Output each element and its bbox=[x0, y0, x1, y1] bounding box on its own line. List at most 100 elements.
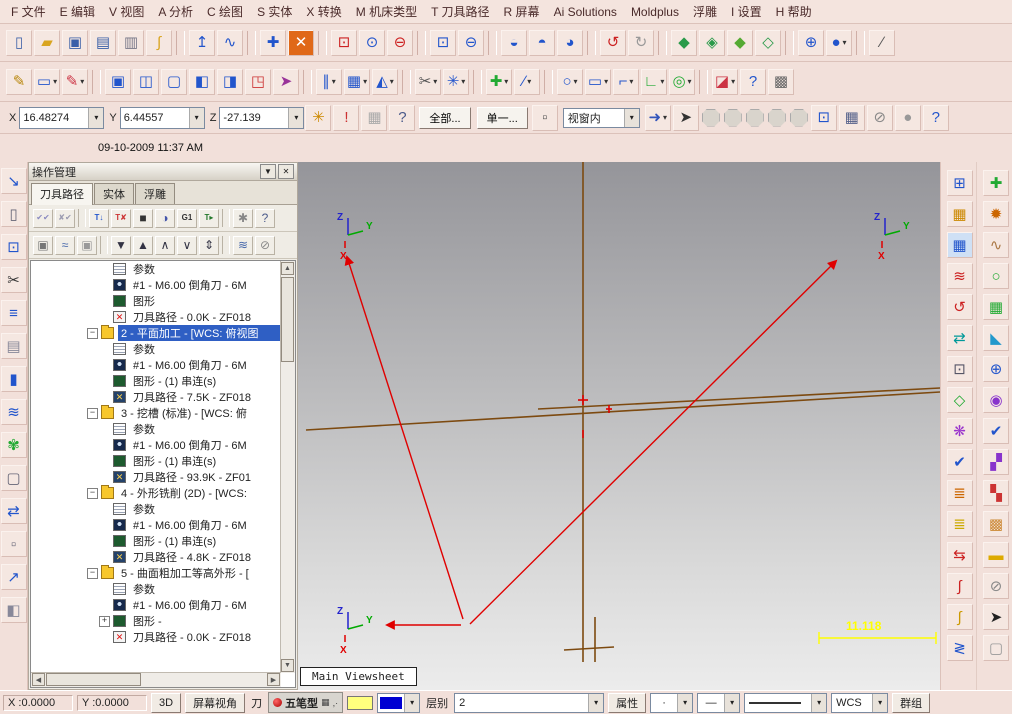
tree-item-label[interactable]: #1 - M6.00 倒角刀 - 6M bbox=[130, 277, 281, 293]
zoom-window-icon[interactable]: ⊡ bbox=[331, 29, 357, 56]
lock-all-icon[interactable]: ▣ bbox=[77, 235, 97, 255]
tree-item-label[interactable]: 刀具路径 - 0.0K - ZF018 bbox=[130, 629, 281, 645]
s-curve-yellow-icon[interactable]: ∫ bbox=[946, 604, 973, 630]
toggle-display-icon[interactable]: ≈ bbox=[55, 235, 75, 255]
z-depth-icon[interactable]: ≷ bbox=[946, 635, 973, 661]
window-layout-icon-4[interactable]: ◧ bbox=[189, 68, 215, 95]
tree-item[interactable]: 图形 - (1) 串连(s) bbox=[31, 533, 281, 549]
gview-rotate-icon[interactable]: ⊕ bbox=[798, 29, 824, 56]
snap-toggle-icon-1[interactable] bbox=[701, 108, 720, 127]
save-icon[interactable]: ▣ bbox=[62, 29, 88, 56]
lock-selected-icon[interactable]: ▣ bbox=[33, 235, 53, 255]
tree-item[interactable]: 图形 - (1) 串连(s) bbox=[31, 373, 281, 389]
display-option-icon-1[interactable]: ◒ bbox=[501, 29, 527, 56]
cursor-icon[interactable]: ➤ bbox=[983, 604, 1009, 630]
redo-icon[interactable]: ↻ bbox=[628, 29, 654, 56]
line-style-icon[interactable]: ∕ bbox=[869, 29, 895, 56]
scroll-right-icon[interactable]: ▶ bbox=[267, 673, 280, 686]
screen-statistics-icon[interactable]: ◨ bbox=[217, 68, 243, 95]
open-file-icon[interactable]: ▰ bbox=[34, 29, 60, 56]
scroll-left-icon[interactable]: ◀ bbox=[32, 673, 45, 686]
tree-item-label[interactable]: 参数 bbox=[130, 341, 281, 357]
shaded-sphere-icon[interactable]: ● ▾ bbox=[826, 29, 852, 56]
swap-views-icon[interactable]: ⇄ bbox=[946, 325, 973, 351]
tab-solids[interactable]: 实体 bbox=[94, 183, 134, 204]
erase-icon[interactable]: ▭ ▾ bbox=[34, 68, 60, 95]
tree-item-label[interactable]: 图形 - bbox=[130, 613, 281, 629]
window-select-icon[interactable]: ⊡ bbox=[810, 104, 837, 131]
prompt-arrow-icon[interactable]: ➜ ▾ bbox=[644, 104, 671, 131]
ime-toolbar[interactable]: 五笔型 ▦ ,· bbox=[268, 692, 344, 713]
tree-vertical-scrollbar[interactable]: ▲ ▼ bbox=[280, 261, 295, 673]
tree-item[interactable]: #1 - M6.00 倒角刀 - 6M bbox=[31, 357, 281, 373]
tree-expander-icon[interactable]: − bbox=[87, 407, 98, 419]
prompt-arrow-dropdown-icon[interactable]: ▾ bbox=[663, 113, 667, 122]
empty-box-icon[interactable]: ▢ bbox=[983, 635, 1009, 661]
selection-help-icon[interactable]: ? bbox=[922, 104, 949, 131]
menu-relief[interactable]: 浮雕 bbox=[686, 1, 724, 22]
selection-view-dropdown[interactable]: 视窗内 ▾ bbox=[562, 107, 640, 128]
tree-item-label[interactable]: 参数 bbox=[130, 261, 281, 277]
screenshot-icon[interactable]: ▥ bbox=[118, 29, 144, 56]
render-flower-icon[interactable]: ❋ bbox=[946, 418, 973, 444]
menu-edit[interactable]: E 编辑 bbox=[53, 1, 102, 22]
grid-color-icon[interactable]: ▦ bbox=[946, 201, 973, 227]
viewsheet-tab[interactable]: Main Viewsheet bbox=[300, 667, 417, 686]
disable-selection-icon[interactable]: ⊘ bbox=[866, 104, 893, 131]
tree-item-label[interactable]: 参数 bbox=[130, 501, 281, 517]
tree-item[interactable]: 参数 bbox=[31, 341, 281, 357]
globe-icon[interactable]: ⊕ bbox=[983, 356, 1009, 382]
backplot-icon[interactable]: ■ bbox=[133, 208, 153, 228]
feed-speed-icon[interactable]: T▸ bbox=[199, 208, 219, 228]
create-polyline-dropdown-icon[interactable]: ▾ bbox=[660, 77, 664, 86]
xform-mirror-icon[interactable]: ◭ ▾ bbox=[372, 68, 398, 95]
tree-item-label[interactable]: #1 - M6.00 倒角刀 - 6M bbox=[130, 517, 281, 533]
autocursor-help-icon[interactable]: ? bbox=[389, 104, 416, 131]
create-line-icon[interactable]: ∕ ▾ bbox=[514, 68, 540, 95]
freeform-curve-icon[interactable]: ∿ bbox=[983, 232, 1009, 258]
panel-close-icon[interactable]: ✕ bbox=[278, 164, 294, 179]
menu-toolpaths[interactable]: T 刀具路径 bbox=[424, 1, 496, 22]
x-field-dropdown-icon[interactable]: ▾ bbox=[88, 107, 104, 128]
display-option-icon-2[interactable]: ◓ bbox=[529, 29, 555, 56]
entity-color-dropdown[interactable]: ▾ bbox=[377, 692, 421, 713]
layers-yellow-icon[interactable]: ≣ bbox=[946, 511, 973, 537]
tree-item[interactable]: + 图形 - bbox=[31, 613, 281, 629]
clear-colors-icon[interactable]: ◳ bbox=[245, 68, 271, 95]
menu-view[interactable]: V 视图 bbox=[102, 1, 151, 22]
left-tool-icon-14[interactable]: ◧ bbox=[0, 597, 27, 623]
tree-item-label[interactable]: 参数 bbox=[130, 581, 281, 597]
tree-item-label[interactable]: 图形 bbox=[130, 293, 281, 309]
left-tool-icon-13[interactable]: ↗ bbox=[0, 564, 27, 590]
regen-screen-icon[interactable]: ➤ bbox=[273, 68, 299, 95]
tab-relief[interactable]: 浮雕 bbox=[135, 183, 175, 204]
left-tool-icon-6[interactable]: ▤ bbox=[0, 333, 27, 359]
disable-icon[interactable]: ⊘ bbox=[983, 573, 1009, 599]
move-insert-up-icon[interactable]: ▲ bbox=[133, 235, 153, 255]
analyze-position-icon[interactable]: ↥ bbox=[189, 29, 215, 56]
zoom-selected-icon[interactable]: ⊡ bbox=[430, 29, 456, 56]
tree-item[interactable]: ✕ 刀具路径 - 0.0K - ZF018 bbox=[31, 309, 281, 325]
verify-check-icon[interactable]: ✔ bbox=[983, 418, 1009, 444]
modify-dropdown-icon[interactable]: ▾ bbox=[461, 77, 465, 86]
tree-item[interactable]: − 4 - 外形铣削 (2D) - [WCS: bbox=[31, 485, 281, 501]
selection-view-dropdown-icon[interactable]: ▾ bbox=[623, 108, 639, 127]
post-g1-icon[interactable]: G1 bbox=[177, 208, 197, 228]
ime-logo-icon[interactable] bbox=[273, 698, 283, 707]
create-cylinder-dropdown-icon[interactable]: ▾ bbox=[688, 77, 692, 86]
tree-item[interactable]: 参数 bbox=[31, 261, 281, 277]
create-fillet-icon[interactable]: ⌐ ▾ bbox=[613, 68, 639, 95]
ime-keyboard-icon[interactable]: ▦ bbox=[321, 697, 330, 708]
squares-purple-icon[interactable]: ▞ bbox=[983, 449, 1009, 475]
move-insert-down-icon[interactable]: ▼ bbox=[111, 235, 131, 255]
solids-menu-dropdown-icon[interactable]: ▾ bbox=[731, 77, 735, 86]
point-style-dropdown[interactable]: · ▾ bbox=[650, 692, 694, 713]
tree-item-label[interactable]: #1 - M6.00 倒角刀 - 6M bbox=[130, 597, 281, 613]
scroll-up-icon[interactable]: ▲ bbox=[281, 262, 294, 275]
tree-item[interactable]: 图形 - (1) 串连(s) bbox=[31, 453, 281, 469]
create-arc-icon[interactable]: ○ ▾ bbox=[557, 68, 583, 95]
solids-menu-icon[interactable]: ◪ ▾ bbox=[712, 68, 738, 95]
green-circle-icon[interactable]: ○ bbox=[983, 263, 1009, 289]
graphics-viewport[interactable]: Z Y X Z Y X Z Y X 11.118 Main Viewsheet bbox=[298, 162, 940, 690]
left-tool-icon-2[interactable]: ▯ bbox=[0, 201, 27, 227]
